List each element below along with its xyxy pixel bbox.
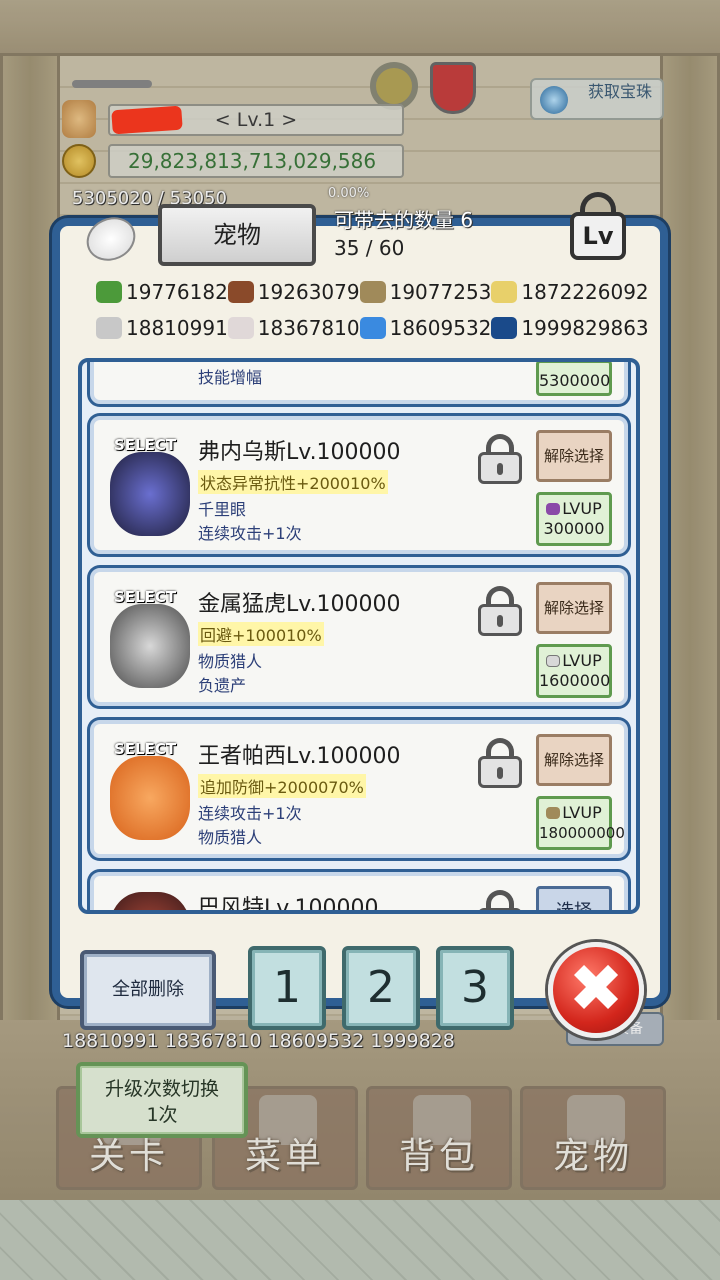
carry-count: 35 / 60 bbox=[334, 236, 405, 260]
bag-icon bbox=[491, 281, 518, 303]
herb-icon bbox=[96, 281, 122, 303]
lvup-cost: 300000 bbox=[543, 519, 605, 538]
flame-icon bbox=[359, 317, 386, 339]
pet-card-partial[interactable]: 技能增幅 5300000 bbox=[90, 362, 628, 404]
pet-card[interactable]: 巴风特Lv.100000 选择 bbox=[90, 872, 628, 914]
resource-value: 1999829863 bbox=[521, 316, 649, 340]
lvup-cost: 1600000 bbox=[539, 671, 611, 690]
wood-material-icon bbox=[546, 807, 561, 819]
select-tag: SELECT bbox=[114, 588, 177, 606]
resource-value: 19077253 bbox=[389, 280, 492, 304]
stone-icon bbox=[227, 317, 254, 339]
pet-card[interactable]: SELECT 弗内乌斯Lv.100000 状态异常抗性+200010% 千里眼 … bbox=[90, 416, 628, 554]
pet-trait-highlight: 追加防御+2000070% bbox=[198, 774, 366, 798]
resource-value: 19776182 bbox=[126, 280, 228, 304]
lion-pet-sprite bbox=[110, 756, 190, 840]
resource-value: 18810991 bbox=[126, 316, 228, 340]
gem-material-icon bbox=[546, 503, 561, 515]
select-tag: SELECT bbox=[114, 436, 177, 454]
lock-icon[interactable] bbox=[478, 434, 522, 484]
pet-trait-highlight: 回避+100010% bbox=[198, 622, 324, 646]
carry-limit-label: 可带去的数量 6 bbox=[334, 208, 474, 232]
pet-card[interactable]: SELECT 金属猛虎Lv.100000 回避+100010% 物质猎人 负遗产… bbox=[90, 568, 628, 706]
lvup-label: LVUP bbox=[562, 803, 602, 822]
lvup-label: LVUP bbox=[562, 499, 602, 518]
deselect-button[interactable]: 解除选择 bbox=[536, 734, 612, 786]
preset-slot-2[interactable]: 2 bbox=[342, 946, 420, 1030]
select-tag: SELECT bbox=[114, 740, 177, 758]
level-lock-button[interactable]: Lv bbox=[566, 190, 630, 264]
pet-trait: 连续攻击+1次 bbox=[198, 804, 302, 823]
lock-icon[interactable] bbox=[478, 586, 522, 636]
pet-trait-highlight: 状态异常抗性+200010% bbox=[198, 470, 388, 494]
pet-list[interactable]: 技能增幅 5300000 SELECT 弗内乌斯Lv.100000 状态异常抗性… bbox=[78, 358, 640, 914]
pet-trait: 物质猎人 bbox=[198, 652, 263, 671]
stone-floor bbox=[0, 1200, 720, 1280]
meat-icon bbox=[227, 281, 254, 303]
wood-icon bbox=[359, 281, 386, 303]
select-button[interactable]: 选择 bbox=[536, 886, 612, 910]
lock-icon[interactable] bbox=[478, 890, 522, 910]
deselect-button[interactable]: 解除选择 bbox=[536, 582, 612, 634]
resource-value: 18367810 bbox=[257, 316, 360, 340]
lvup-cost[interactable]: 5300000 bbox=[536, 362, 612, 396]
resource-value: 19263079 bbox=[257, 280, 360, 304]
preset-slot-3[interactable]: 3 bbox=[436, 946, 514, 1030]
lock-icon[interactable] bbox=[478, 738, 522, 788]
lvup-button[interactable]: LVUP 180000000 bbox=[536, 796, 625, 850]
lv-lock-label: Lv bbox=[570, 212, 626, 260]
close-button[interactable]: ✖ bbox=[548, 942, 644, 1038]
pet-card[interactable]: SELECT 王者帕西Lv.100000 追加防御+2000070% 连续攻击+… bbox=[90, 720, 628, 858]
resource-value: 1872226092 bbox=[521, 280, 649, 304]
deselect-button[interactable]: 解除选择 bbox=[536, 430, 612, 482]
lvup-cost: 180000000 bbox=[539, 824, 625, 842]
pet-name: 金属猛虎Lv.100000 bbox=[198, 592, 401, 617]
lvup-label: LVUP bbox=[562, 651, 602, 670]
metal-tiger-sprite bbox=[110, 604, 190, 688]
resource-value: 18609532 bbox=[389, 316, 492, 340]
delete-all-button[interactable]: 全部删除 bbox=[80, 950, 216, 1030]
pet-trait: 技能增幅 bbox=[198, 368, 263, 387]
lvup-button[interactable]: LVUP 300000 bbox=[536, 492, 612, 546]
stone-material-icon bbox=[546, 655, 561, 667]
resource-row-1: 19776182 19263079 19077253 1872226092 bbox=[96, 280, 649, 304]
dialog-title: 宠物 bbox=[158, 204, 316, 266]
dragon-pet-sprite bbox=[110, 452, 190, 536]
pet-trait: 连续攻击+1次 bbox=[198, 524, 302, 543]
pet-name: 王者帕西Lv.100000 bbox=[198, 744, 401, 769]
pet-name: 弗内乌斯Lv.100000 bbox=[198, 440, 401, 465]
lvup-button[interactable]: LVUP 1600000 bbox=[536, 644, 612, 698]
pet-trait: 千里眼 bbox=[198, 500, 247, 519]
pet-trait: 物质猎人 bbox=[198, 828, 263, 847]
resource-row-2: 18810991 18367810 18609532 1999829863 bbox=[96, 316, 649, 340]
gem-icon bbox=[491, 317, 518, 339]
preset-slot-1[interactable]: 1 bbox=[248, 946, 326, 1030]
pet-name: 巴风特Lv.100000 bbox=[198, 896, 379, 914]
iron-icon bbox=[96, 317, 122, 339]
pet-trait: 负遗产 bbox=[198, 676, 247, 695]
baphomet-pet-sprite bbox=[110, 892, 190, 910]
